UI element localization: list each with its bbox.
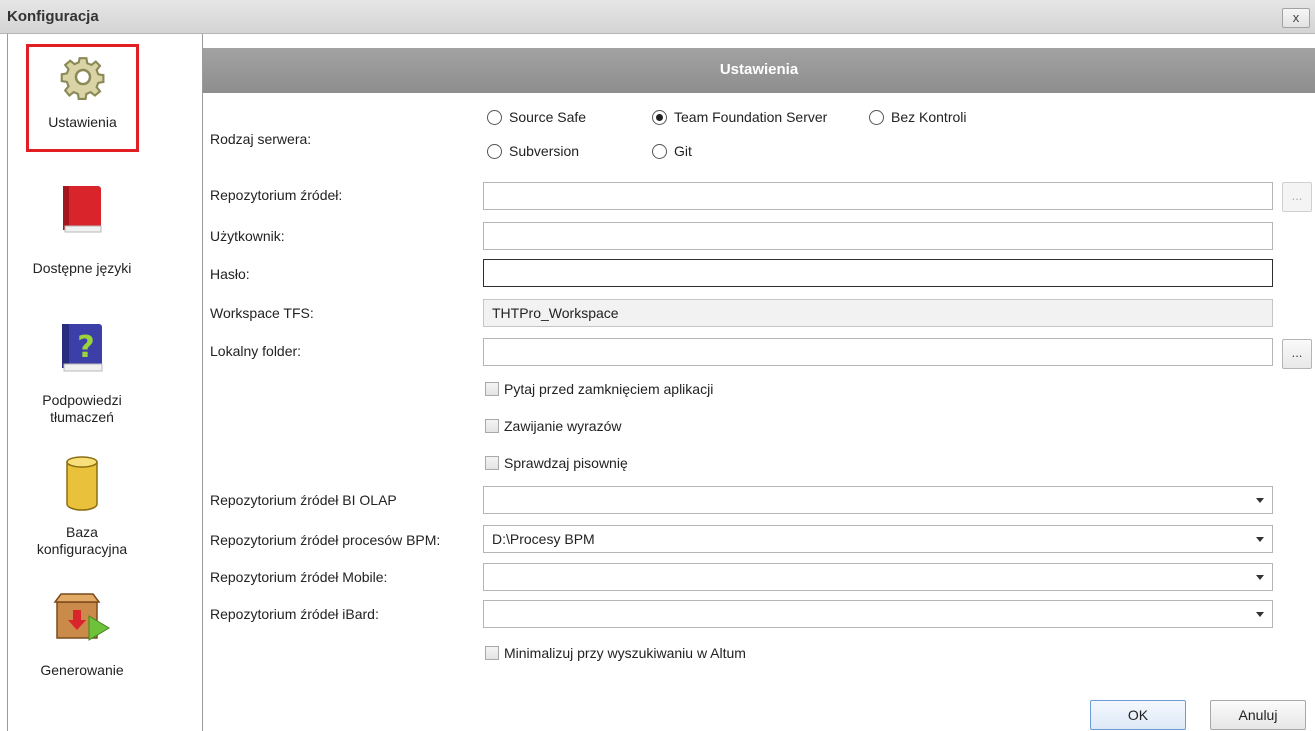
section-header: Ustawienia	[203, 48, 1315, 93]
user-input[interactable]	[483, 222, 1273, 250]
radio-label: Bez Kontroli	[891, 109, 967, 125]
sidebar-item-label-line1: Podpowiedzi	[42, 392, 122, 408]
radio-circle	[869, 109, 884, 125]
source-repo-browse-button[interactable]: ...	[1282, 182, 1312, 212]
window-title: Konfiguracja	[7, 8, 99, 25]
local-folder-label: Lokalny folder:	[210, 343, 302, 359]
workspace-input[interactable]: THTPro_Workspace	[483, 299, 1273, 327]
sidebar-item-dostepne-jezyki[interactable]: Dostępne języki	[8, 184, 156, 284]
checkbox-label: Pytaj przed zamknięciem aplikacji	[504, 381, 714, 397]
mobile-label: Repozytorium źródeł Mobile:	[210, 569, 388, 585]
checkbox-spellcheck[interactable]: Sprawdzaj pisownię	[485, 455, 628, 471]
checkbox-box	[485, 419, 499, 433]
ok-button[interactable]: OK	[1090, 700, 1186, 730]
password-label: Hasło:	[210, 266, 250, 282]
source-repo-input[interactable]	[483, 182, 1273, 210]
sidebar-item-label: Generowanie	[40, 662, 124, 678]
section-title: Ustawienia	[719, 61, 799, 78]
radio-label: Team Foundation Server	[674, 109, 828, 125]
radio-source-safe[interactable]: Source Safe	[487, 109, 586, 125]
sidebar-item-baza-konfiguracyjna[interactable]: Baza konfiguracyjna	[8, 456, 156, 576]
sidebar-item-label-line2: tłumaczeń	[50, 409, 114, 425]
svg-text:?: ?	[77, 330, 94, 365]
checkbox-ask-before-close[interactable]: Pytaj przed zamknięciem aplikacji	[485, 381, 713, 397]
help-book-icon: ?	[62, 324, 103, 372]
radio-circle	[652, 143, 667, 159]
radio-circle	[487, 143, 502, 159]
sidebar-item-label-line2: konfiguracyjna	[36, 541, 128, 557]
radio-label: Source Safe	[509, 109, 587, 125]
checkbox-label: Zawijanie wyrazów	[504, 418, 622, 434]
server-type-label: Rodzaj serwera:	[210, 131, 312, 147]
bi-olap-label: Repozytorium źródeł BI OLAP	[210, 492, 397, 508]
chevron-down-icon	[1256, 575, 1264, 580]
book-icon	[63, 186, 102, 233]
window-titlebar: Konfiguracja x	[0, 0, 1315, 34]
radio-label: Git	[674, 143, 692, 159]
workspace-label: Workspace TFS:	[210, 305, 314, 321]
radio-git[interactable]: Git	[652, 143, 692, 159]
sidebar-item-label: Dostępne języki	[32, 260, 132, 276]
password-input[interactable]	[483, 259, 1273, 287]
bi-olap-select[interactable]	[483, 486, 1273, 514]
bpm-select[interactable]: D:\Procesy BPM	[483, 525, 1273, 553]
ibard-select[interactable]	[483, 600, 1273, 628]
checkbox-box	[485, 456, 499, 470]
bpm-label: Repozytorium źródeł procesów BPM:	[210, 532, 441, 548]
local-folder-browse-button[interactable]: ...	[1282, 339, 1312, 369]
radio-bez-kontroli[interactable]: Bez Kontroli	[869, 109, 966, 125]
generate-box-icon	[53, 593, 110, 641]
checkbox-word-wrap[interactable]: Zawijanie wyrazów	[485, 418, 621, 434]
sidebar: Ustawienia Dostępne języki ? Podpowiedzi…	[7, 34, 203, 731]
local-folder-input[interactable]	[483, 338, 1273, 366]
mobile-select[interactable]	[483, 563, 1273, 591]
checkbox-minimize-altum[interactable]: Minimalizuj przy wyszukiwaniu w Altum	[485, 645, 746, 661]
user-label: Użytkownik:	[210, 228, 285, 244]
sidebar-item-ustawienia[interactable]: Ustawienia	[26, 44, 139, 152]
sidebar-item-label: Ustawienia	[48, 114, 117, 130]
radio-label: Subversion	[509, 143, 580, 159]
radio-circle	[487, 109, 502, 125]
sidebar-item-generowanie[interactable]: Generowanie	[8, 590, 156, 690]
chevron-down-icon	[1256, 612, 1264, 617]
radio-circle	[652, 109, 667, 125]
ibard-label: Repozytorium źródeł iBard:	[210, 606, 379, 622]
radio-subversion[interactable]: Subversion	[487, 143, 579, 159]
gear-icon	[60, 57, 104, 101]
sidebar-item-podpowiedzi[interactable]: ? Podpowiedzi tłumaczeń	[8, 322, 156, 442]
bpm-value: D:\Procesy BPM	[492, 531, 595, 547]
chevron-down-icon	[1256, 537, 1264, 542]
cancel-button[interactable]: Anuluj	[1210, 700, 1306, 730]
checkbox-box	[485, 646, 499, 660]
checkbox-label: Sprawdzaj pisownię	[504, 455, 628, 471]
database-icon	[66, 456, 98, 511]
sidebar-item-label-line1: Baza	[66, 524, 98, 540]
chevron-down-icon	[1256, 498, 1264, 503]
close-button[interactable]: x	[1282, 8, 1310, 28]
checkbox-box	[485, 382, 499, 396]
source-repo-label: Repozytorium źródeł:	[210, 187, 343, 203]
checkbox-label: Minimalizuj przy wyszukiwaniu w Altum	[504, 645, 746, 661]
radio-team-foundation-server[interactable]: Team Foundation Server	[652, 109, 827, 125]
